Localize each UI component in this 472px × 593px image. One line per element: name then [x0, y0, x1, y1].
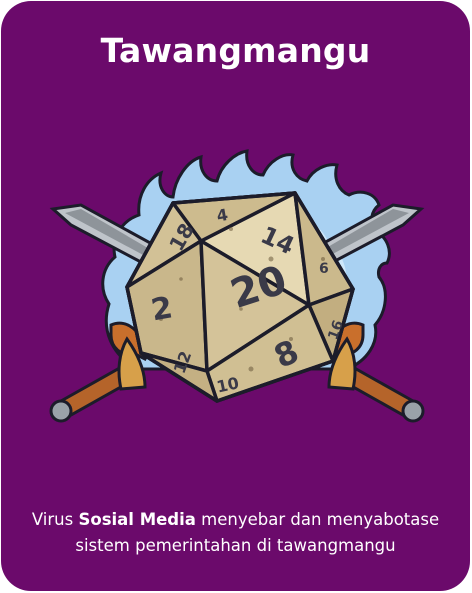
card-title: Tawangmangu: [100, 31, 371, 70]
description-line2: sistem pemerintahan di tawangmangu: [75, 536, 396, 555]
card-description: Virus Sosial Media menyebar dan menyabot…: [15, 507, 456, 559]
game-card[interactable]: Tawangmangu 20 4 18 14 2 6 8 16 12 10 Vi…: [1, 1, 470, 591]
description-highlight: Sosial Media: [78, 510, 196, 529]
description-prefix: Virus: [31, 510, 79, 529]
description-line1-suffix: menyebar dan menyabotase: [195, 510, 440, 529]
d20-dice-crossed-swords-icon: 20 4 18 14 2 6 8 16 12 10: [49, 149, 425, 423]
dice-number-right-small: 6: [319, 261, 329, 277]
